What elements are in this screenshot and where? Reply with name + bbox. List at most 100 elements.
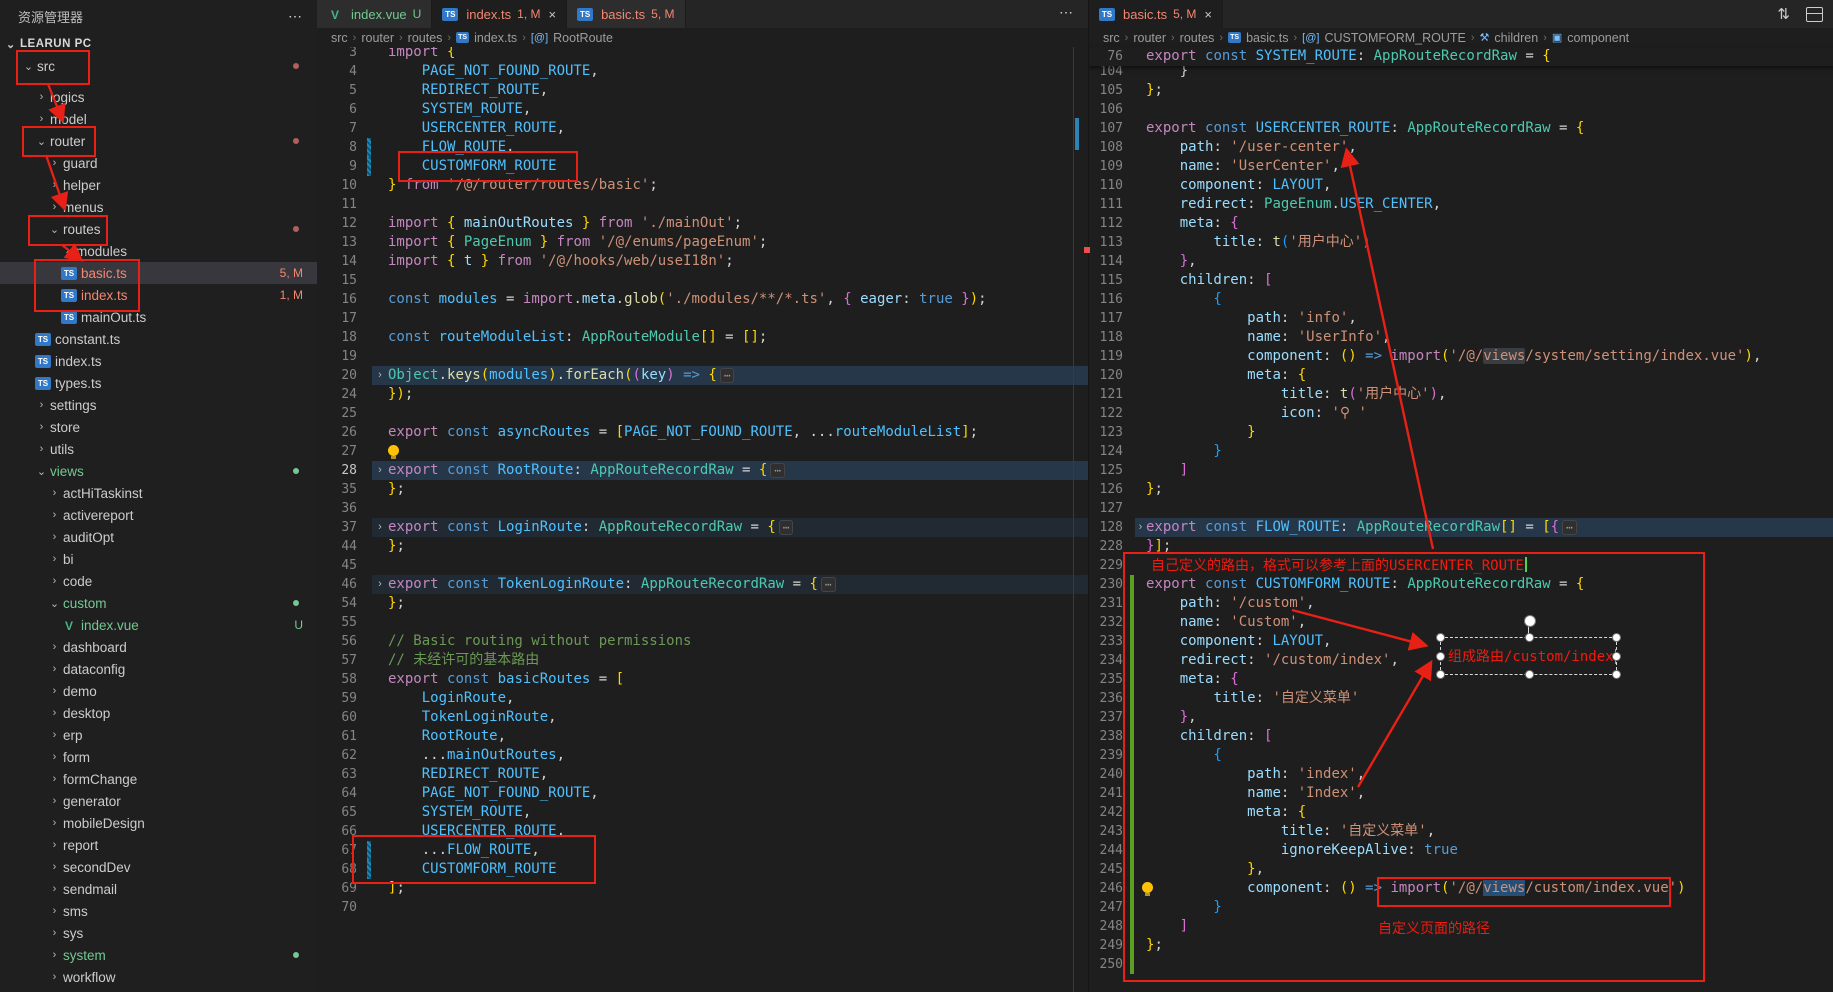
code-text[interactable]: export const asyncRoutes = [PAGE_NOT_FOU…	[388, 423, 1088, 442]
code-line-14[interactable]: 14import { t } from '/@/hooks/web/useI18…	[317, 252, 1088, 271]
tree-item-helper[interactable]: ›helper	[0, 174, 317, 196]
resize-handle[interactable]	[1525, 670, 1534, 679]
code-text[interactable]: ]	[1146, 461, 1833, 480]
tree-item-actHiTaskinst[interactable]: ›actHiTaskinst	[0, 482, 317, 504]
code-line-231[interactable]: 231 path: '/custom',	[1089, 594, 1833, 613]
project-section-header[interactable]: ⌄ LEARUN PC	[0, 33, 317, 55]
code-line-11[interactable]: 11	[317, 195, 1088, 214]
tree-item-basic.ts[interactable]: TSbasic.ts5, M	[0, 262, 317, 284]
open-changes-icon[interactable]: ⇅	[1777, 5, 1790, 23]
code-line-70[interactable]: 70	[317, 898, 1088, 917]
tree-item-routes[interactable]: ⌄routes	[0, 218, 317, 240]
code-text[interactable]: name: 'UserCenter',	[1146, 157, 1833, 176]
tree-item-constant.ts[interactable]: TSconstant.ts	[0, 328, 317, 350]
tree-item-dataconfig[interactable]: ›dataconfig	[0, 658, 317, 680]
code-text[interactable]: path: 'index',	[1146, 765, 1833, 784]
code-text[interactable]: export const USERCENTER_ROUTE: AppRouteR…	[1146, 119, 1833, 138]
tree-item-secondDev[interactable]: ›secondDev	[0, 856, 317, 878]
code-line-128[interactable]: 128›export const FLOW_ROUTE: AppRouteRec…	[1089, 518, 1833, 537]
code-line-66[interactable]: 66 USERCENTER_ROUTE,	[317, 822, 1088, 841]
code-text[interactable]: {	[1146, 746, 1833, 765]
code-text[interactable]: USERCENTER_ROUTE,	[388, 822, 1088, 841]
resize-handle[interactable]	[1525, 633, 1534, 642]
code-line-45[interactable]: 45	[317, 556, 1088, 575]
code-line-112[interactable]: 112 meta: {	[1089, 214, 1833, 233]
code-text[interactable]: export const TokenLoginRoute: AppRouteRe…	[388, 575, 1088, 594]
code-text[interactable]: export const RootRoute: AppRouteRecordRa…	[388, 461, 1088, 480]
code-text[interactable]: import { mainOutRoutes } from './mainOut…	[388, 214, 1088, 233]
code-line-117[interactable]: 117 path: 'info',	[1089, 309, 1833, 328]
code-line-245[interactable]: 245 },	[1089, 860, 1833, 879]
tree-item-bi[interactable]: ›bi	[0, 548, 317, 570]
code-text[interactable]: };	[1146, 81, 1833, 100]
code-line-105[interactable]: 105};	[1089, 81, 1833, 100]
breadcrumb-item[interactable]: src	[1103, 31, 1120, 45]
tree-item-src[interactable]: ⌄src	[0, 55, 317, 77]
lightbulb-icon[interactable]	[1142, 882, 1153, 893]
resize-handle[interactable]	[1436, 670, 1445, 679]
tree-item-mobileDesign[interactable]: ›mobileDesign	[0, 812, 317, 834]
resize-handle[interactable]	[1612, 633, 1621, 642]
code-text[interactable]: component: () => import('/@/views/custom…	[1146, 879, 1833, 898]
tree-item-workflow[interactable]: ›workflow	[0, 966, 317, 988]
code-text[interactable]: TokenLoginRoute,	[388, 708, 1088, 727]
code-line-26[interactable]: 26export const asyncRoutes = [PAGE_NOT_F…	[317, 423, 1088, 442]
tree-item-menus[interactable]: ›menus	[0, 196, 317, 218]
code-line-58[interactable]: 58export const basicRoutes = [	[317, 670, 1088, 689]
code-line-121[interactable]: 121 title: t('用户中心'),	[1089, 385, 1833, 404]
breadcrumb-item[interactable]: router	[361, 31, 394, 45]
code-line-6[interactable]: 6 SYSTEM_ROUTE,	[317, 100, 1088, 119]
code-line-61[interactable]: 61 RootRoute,	[317, 727, 1088, 746]
tree-item-modules[interactable]: ›modules	[0, 240, 317, 262]
code-line-239[interactable]: 239 {	[1089, 746, 1833, 765]
tree-item-sys[interactable]: ›sys	[0, 922, 317, 944]
code-line-64[interactable]: 64 PAGE_NOT_FOUND_ROUTE,	[317, 784, 1088, 803]
code-text[interactable]	[1146, 955, 1833, 974]
tree-item-index.ts[interactable]: TSindex.ts1, M	[0, 284, 317, 306]
tab-basic.ts[interactable]: TSbasic.ts5, M	[567, 0, 685, 28]
code-text[interactable]: SYSTEM_ROUTE,	[388, 803, 1088, 822]
code-text[interactable]: });	[388, 385, 1088, 404]
code-text[interactable]: USERCENTER_ROUTE,	[388, 119, 1088, 138]
tree-item-settings[interactable]: ›settings	[0, 394, 317, 416]
code-line-115[interactable]: 115 children: [	[1089, 271, 1833, 290]
breadcrumb-item[interactable]: index.ts	[474, 31, 517, 45]
code-line-10[interactable]: 10} from '/@/router/routes/basic';	[317, 176, 1088, 195]
tree-item-sendmail[interactable]: ›sendmail	[0, 878, 317, 900]
code-text[interactable]: component: () => import('/@/views/system…	[1146, 347, 1833, 366]
code-text[interactable]: };	[388, 537, 1088, 556]
breadcrumb-item[interactable]: component	[1567, 31, 1629, 45]
code-line-25[interactable]: 25	[317, 404, 1088, 423]
tree-item-store[interactable]: ›store	[0, 416, 317, 438]
code-line-62[interactable]: 62 ...mainOutRoutes,	[317, 746, 1088, 765]
breadcrumb-item[interactable]: src	[331, 31, 348, 45]
code-line-116[interactable]: 116 {	[1089, 290, 1833, 309]
code-line-17[interactable]: 17	[317, 309, 1088, 328]
code-text[interactable]: }];	[1146, 537, 1833, 556]
code-line-36[interactable]: 36	[317, 499, 1088, 518]
code-line-120[interactable]: 120 meta: {	[1089, 366, 1833, 385]
code-line-65[interactable]: 65 SYSTEM_ROUTE,	[317, 803, 1088, 822]
code-text[interactable]: ignoreKeepAlive: true	[1146, 841, 1833, 860]
breadcrumb[interactable]: src›router›routes›TSbasic.ts›[@]CUSTOMFO…	[1089, 28, 1833, 47]
code-text[interactable]: name: 'UserInfo',	[1146, 328, 1833, 347]
breadcrumb-item[interactable]: basic.ts	[1246, 31, 1288, 45]
code-line-59[interactable]: 59 LoginRoute,	[317, 689, 1088, 708]
code-text[interactable]: CUSTOMFORM_ROUTE	[388, 860, 1088, 879]
code-area-index-ts[interactable]: 3import {4 PAGE_NOT_FOUND_ROUTE,5 REDIRE…	[317, 47, 1088, 917]
code-line-69[interactable]: 69];	[317, 879, 1088, 898]
code-text[interactable]: title: t('用户中心'),	[1146, 385, 1833, 404]
tab-basic.ts[interactable]: TSbasic.ts5, M×	[1089, 0, 1223, 28]
code-text[interactable]: import { t } from '/@/hooks/web/useI18n'…	[388, 252, 1088, 271]
code-text[interactable]: title: '自定义菜单'	[1146, 689, 1833, 708]
code-line-240[interactable]: 240 path: 'index',	[1089, 765, 1833, 784]
tree-item-system[interactable]: ›system	[0, 944, 317, 966]
breadcrumb[interactable]: src›router›routes›TSindex.ts›[@]RootRout…	[317, 28, 1088, 47]
code-text[interactable]: }	[1146, 442, 1833, 461]
code-text[interactable]: meta: {	[1146, 214, 1833, 233]
tree-item-report[interactable]: ›report	[0, 834, 317, 856]
code-line-249[interactable]: 249};	[1089, 936, 1833, 955]
code-line-237[interactable]: 237 },	[1089, 708, 1833, 727]
code-line-108[interactable]: 108 path: '/user-center',	[1089, 138, 1833, 157]
code-text[interactable]: }	[1146, 898, 1833, 917]
